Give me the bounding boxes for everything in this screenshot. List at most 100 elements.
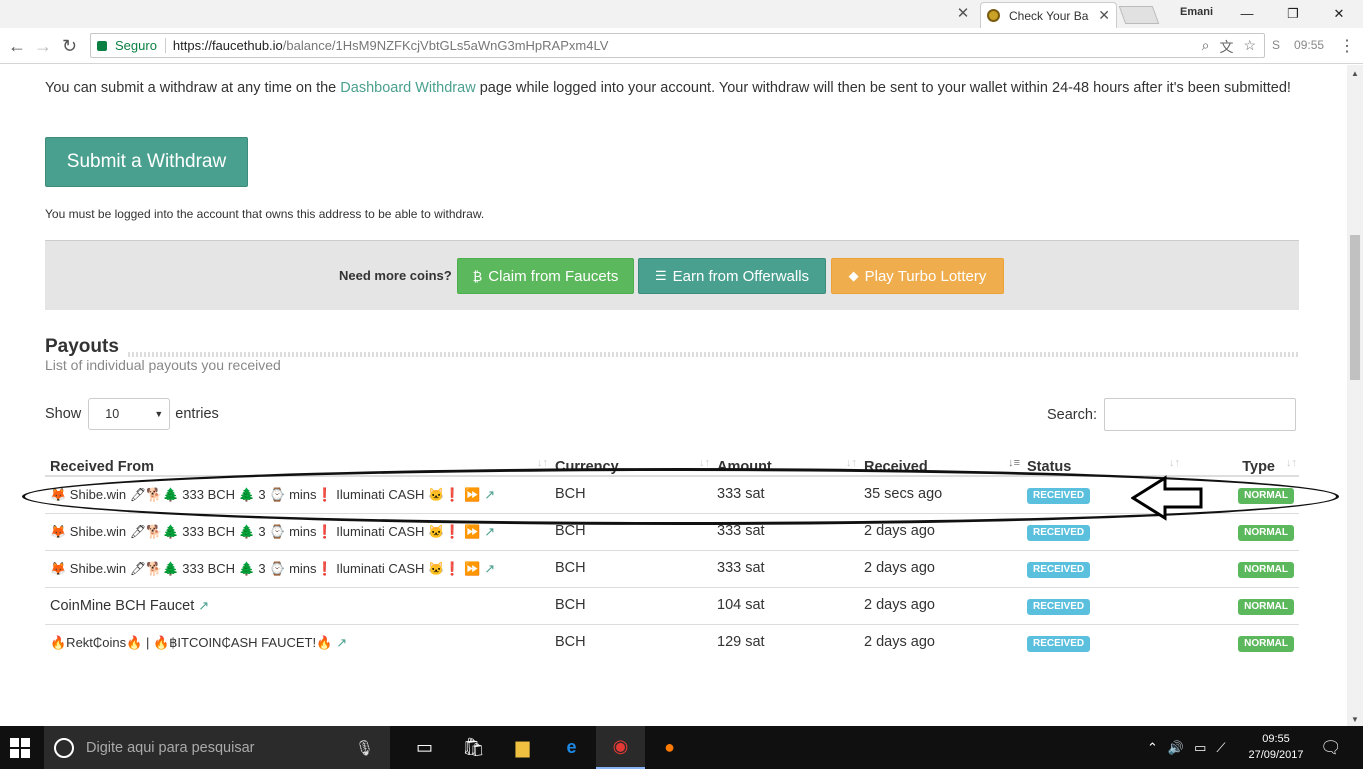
clock-extension-icon[interactable]: 09:55 [1294,38,1324,52]
type-badge: NORMAL [1238,562,1294,578]
earn-offerwalls-button[interactable]: ☰ Earn from Offerwalls [638,258,826,294]
url-host: https://faucethub.io [172,38,283,53]
entries-select[interactable]: 10 ▼ [88,398,171,430]
profile-name[interactable]: Emani [1180,6,1213,18]
taskbar-clock[interactable]: 09:55 27/09/2017 [1246,731,1306,763]
browser-titlebar: ✕ Check Your Ba ✕ Emani — ❐ ✕ [0,0,1363,28]
faucethub-favicon-icon [987,9,1000,22]
scroll-up-icon[interactable]: ▲ [1351,69,1359,78]
submit-withdraw-button[interactable]: Submit a Withdraw [45,137,248,187]
column-label: Amount [717,459,772,475]
title-divider [128,352,1299,357]
sort-desc-icon: ↓≡ [1008,457,1020,469]
status-badge: RECEIVED [1027,599,1091,615]
turbo-lottery-button[interactable]: ◆ Play Turbo Lottery [831,258,1004,294]
address-bar[interactable]: Seguro https://faucethub.io /balance/1Hs… [90,33,1265,58]
new-tab-button[interactable] [1118,6,1160,24]
payout-currency: BCH [550,550,712,588]
battery-icon[interactable]: ▭ [1194,740,1206,756]
payout-received: 2 days ago [859,587,1022,625]
tab-title: Check Your Ba [1009,8,1089,23]
column-label: Currency [555,459,619,475]
entries-value: 10 [105,407,120,421]
restore-button[interactable]: ❐ [1270,0,1316,28]
translate-icon[interactable]: 文 [1219,37,1233,57]
page-viewport: You can submit a withdraw at any time on… [0,65,1347,726]
earn-offerwalls-label: Earn from Offerwalls [672,267,810,285]
zoom-icon[interactable]: ⌕ [1202,37,1210,57]
claim-faucets-label: Claim from Faucets [488,267,619,285]
payout-currency: BCH [550,624,712,661]
payout-amount: 129 sat [712,624,859,661]
network-icon[interactable]: ⟋ [1216,740,1225,756]
status-badge: RECEIVED [1027,636,1091,652]
column-header-currency[interactable]: Currency ↓↑ [550,448,712,477]
lock-icon [97,40,107,51]
star-icon[interactable]: ☆ [1243,37,1256,57]
store-icon[interactable]: 🛍 [449,726,498,769]
reload-icon[interactable]: ↻ [62,36,77,56]
scroll-down-icon[interactable]: ▼ [1351,715,1359,724]
mic-icon[interactable]: 🎙 [355,739,374,757]
column-header-amount[interactable]: Amount ↓↑ [712,448,859,477]
tab-close-icon[interactable]: ✕ [1098,7,1110,24]
arrow-left-annotation-icon [1131,475,1203,521]
column-header-status[interactable]: Status ↓↑ [1022,448,1182,477]
window-close-button[interactable]: ✕ [1316,0,1362,28]
column-label: Received [864,459,928,475]
status-badge: RECEIVED [1027,562,1091,578]
table-row: 🦊 Shibe.win 🖊🐕🌲 333 BCH 🌲 3 ⌚ mins❗ Ilum… [45,513,1299,551]
chrome-icon[interactable]: ◉ [596,726,645,769]
entries-label: entries [175,406,219,422]
external-link-icon[interactable]: ↗ [336,635,347,650]
taskbar-search[interactable]: Digite aqui para pesquisar 🎙 [44,726,390,769]
claim-faucets-button[interactable]: ₿ Claim from Faucets [457,258,634,294]
login-note: You must be logged into the account that… [45,207,485,221]
browser-menu-icon[interactable]: ⋮ [1339,36,1355,56]
skype-extension-icon[interactable]: S [1272,38,1280,52]
notification-icon[interactable]: 🗨 [1320,738,1342,758]
url-path: /balance/1HsM9NZFKcjVbtGLs5aWnG3mHpRAPxm… [282,38,609,53]
column-header-received[interactable]: Received ↓≡ [859,448,1022,477]
turbo-lottery-label: Play Turbo Lottery [864,267,987,285]
list-icon: ☰ [654,268,667,283]
address-separator [164,38,166,53]
external-link-icon[interactable]: ↗ [198,598,209,613]
payout-currency: BCH [550,475,712,514]
forward-icon[interactable]: → [34,36,52,56]
table-search: Search: [1047,398,1296,431]
folder-icon[interactable]: ▆ [498,726,547,769]
edge-icon[interactable]: e [547,726,596,769]
dashboard-withdraw-link[interactable]: Dashboard Withdraw [340,80,475,96]
browser-toolbar: ← → ↻ Seguro https://faucethub.io /balan… [0,28,1363,64]
search-input[interactable] [1103,398,1296,431]
bitcoin-icon: ₿ [472,268,483,284]
type-badge: NORMAL [1238,636,1294,652]
column-header-type[interactable]: Type ↓↑ [1182,448,1299,477]
payout-currency: BCH [550,513,712,551]
payouts-title: Payouts [45,336,119,357]
page-scrollbar[interactable]: ▲ ▼ [1347,65,1363,726]
payout-source: 🔥Rekt₵oins🔥 | 🔥฿ITCOIN₵ASH FAUCET!🔥 [50,635,333,650]
firefox-icon[interactable]: ● [645,726,694,769]
volume-icon[interactable]: 🔊 [1168,740,1184,756]
intro-text-after: page while logged into your account. You… [475,80,1291,96]
minimize-button[interactable]: — [1224,0,1270,28]
back-icon[interactable]: ← [8,36,26,56]
external-link-icon[interactable]: ↗ [484,487,495,502]
external-link-icon[interactable]: ↗ [484,561,495,576]
entries-control: Show 10 ▼ entries [45,398,219,430]
close-icon[interactable]: ✕ [951,2,975,26]
ticket-icon: ◆ [848,268,859,283]
task-view-icon[interactable]: ▭ [400,726,449,769]
external-link-icon[interactable]: ↗ [484,524,495,539]
payout-received: 2 days ago [859,513,1022,551]
column-header-received-from[interactable]: Received From ↓↑ [45,448,550,477]
show-label: Show [45,406,82,422]
windows-start-icon[interactable] [10,738,30,758]
scrollbar-thumb[interactable] [1350,235,1360,380]
column-label: Type [1242,459,1275,475]
browser-tab[interactable]: Check Your Ba ✕ [980,2,1117,28]
chevron-up-icon[interactable]: ⌃ [1147,740,1158,756]
clock-time: 09:55 [1262,733,1290,745]
